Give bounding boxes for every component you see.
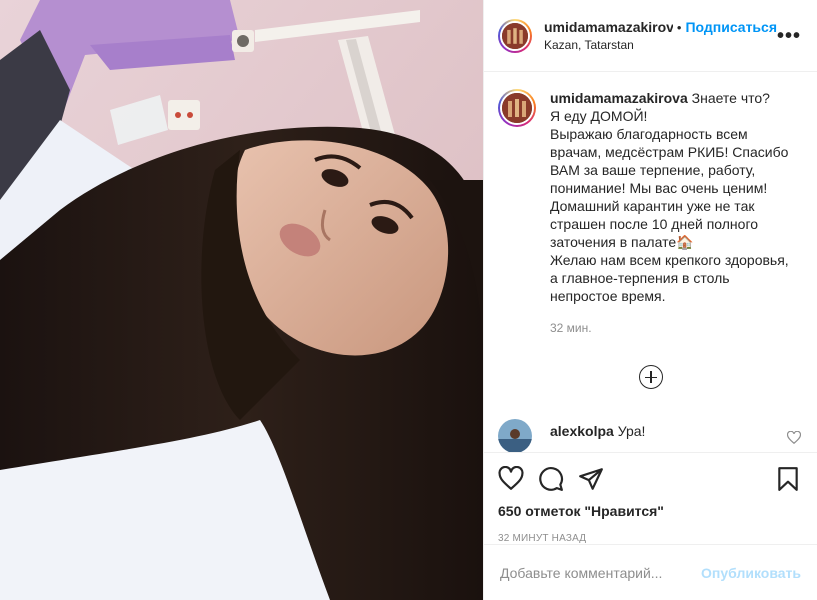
load-more-comments[interactable] — [484, 365, 817, 389]
heart-outline-icon[interactable] — [787, 431, 801, 445]
bookmark-icon[interactable] — [775, 466, 801, 492]
author-username[interactable]: umidamamazakirova — [544, 19, 673, 35]
comment-username[interactable]: alexkolpa — [550, 423, 614, 439]
caption-text: umidamamazakirova Знаете что? Я еду ДОМО… — [550, 89, 790, 305]
caption-time[interactable]: 32 мин. — [550, 321, 790, 335]
caption-content: Знаете что? Я еду ДОМОЙ! Выражаю благода… — [550, 90, 789, 304]
caption-author-avatar[interactable] — [498, 89, 536, 127]
comments-section: umidamamazakirova Знаете что? Я еду ДОМО… — [484, 73, 817, 453]
post-photo-image — [0, 0, 483, 600]
post-actions-area: 650 отметок "Нравится" 32 минут назад — [484, 452, 817, 544]
comment-icon[interactable] — [538, 466, 564, 492]
caption-body: umidamamazakirova Знаете что? Я еду ДОМО… — [550, 89, 790, 335]
action-icons — [498, 453, 801, 501]
likes-count[interactable]: 650 отметок "Нравится" — [498, 503, 801, 519]
comment-input[interactable] — [500, 564, 694, 581]
commenter-avatar[interactable] — [498, 419, 532, 453]
header-top-line: umidamamazakirova • Подписаться — [544, 19, 777, 35]
post-header: umidamamazakirova • Подписаться Kazan, T… — [484, 0, 817, 72]
caption-username[interactable]: umidamamazakirova — [550, 90, 688, 106]
post-photo[interactable] — [0, 0, 483, 600]
post-timestamp[interactable]: 32 минут назад — [498, 533, 801, 544]
follow-button[interactable]: Подписаться — [685, 19, 777, 35]
comment-content: Ура! — [617, 423, 646, 439]
paper-plane-icon[interactable] — [578, 466, 604, 492]
caption-avatar-image — [500, 91, 534, 125]
author-avatar[interactable] — [498, 18, 532, 53]
post-caption: umidamamazakirova Знаете что? Я еду ДОМО… — [498, 89, 801, 335]
more-options-icon[interactable]: ••• — [777, 26, 801, 46]
publish-button[interactable]: Опубликовать — [701, 565, 801, 581]
add-comment-bar: Опубликовать — [484, 544, 817, 600]
plus-circle-icon[interactable] — [638, 365, 663, 389]
heart-icon[interactable] — [498, 466, 524, 492]
header-text: umidamamazakirova • Подписаться Kazan, T… — [544, 19, 777, 52]
post-details-panel: umidamamazakirova • Подписаться Kazan, T… — [483, 0, 817, 600]
author-avatar-image — [500, 20, 530, 51]
post-location[interactable]: Kazan, Tatarstan — [544, 38, 777, 52]
comment-text: alexkolpa Ура! — [550, 423, 787, 453]
separator-dot: • — [676, 19, 682, 35]
instagram-post: umidamamazakirova • Подписаться Kazan, T… — [0, 0, 817, 600]
comment-item: alexkolpa Ура! — [498, 419, 801, 453]
